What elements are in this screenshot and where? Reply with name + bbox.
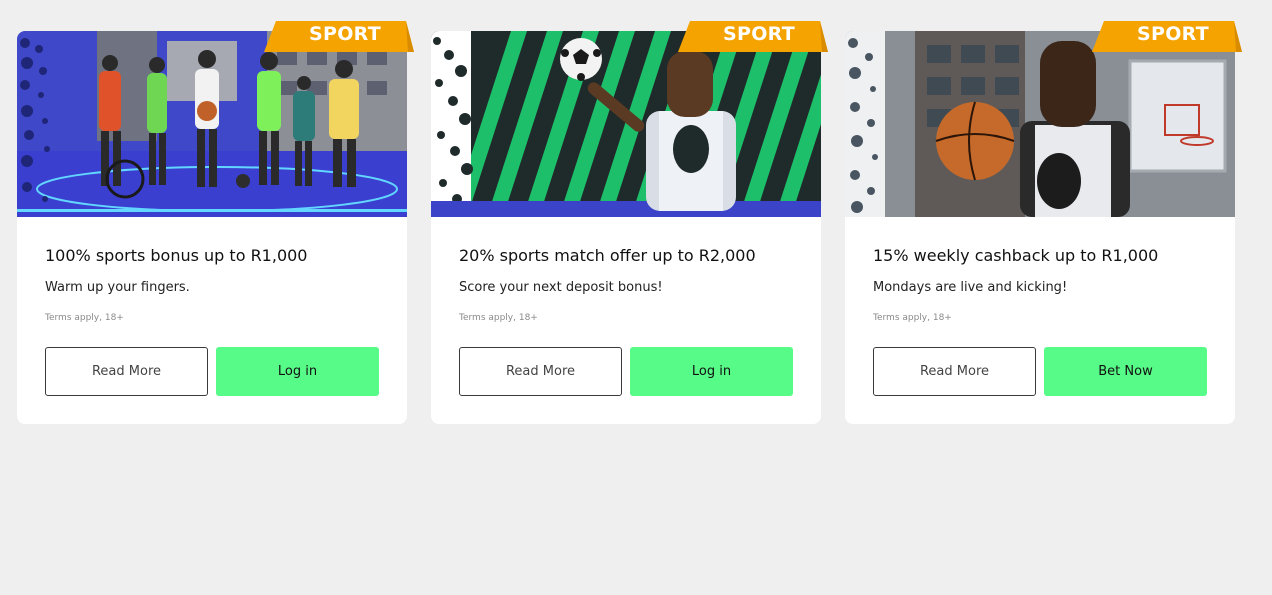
promo-subtitle: Score your next deposit bonus!	[459, 280, 663, 295]
promo-image	[431, 31, 821, 217]
promo-card: SPORT	[17, 21, 414, 424]
badge-label: SPORT	[723, 23, 795, 45]
promo-title: 15% weekly cashback up to R1,000	[873, 246, 1159, 265]
read-more-button[interactable]: Read More	[45, 347, 208, 396]
badge-label: SPORT	[1137, 23, 1209, 45]
promo-card-list: SPORT 100% sports bonus up to R1,000 War…	[17, 21, 1242, 424]
bet-now-button[interactable]: Bet Now	[1044, 347, 1207, 396]
promo-subtitle: Mondays are live and kicking!	[873, 280, 1068, 295]
sport-badge: SPORT	[264, 21, 414, 52]
terms-text: Terms apply, 18+	[45, 313, 124, 323]
badge-label: SPORT	[309, 23, 381, 45]
promo-card: SPORT	[431, 21, 828, 424]
read-more-button[interactable]: Read More	[459, 347, 622, 396]
terms-text: Terms apply, 18+	[459, 313, 538, 323]
promo-title: 100% sports bonus up to R1,000	[45, 246, 308, 265]
promo-subtitle: Warm up your fingers.	[45, 280, 190, 295]
promo-card: SPORT 15% weekly cashback up to R1,000 M…	[845, 21, 1242, 424]
read-more-button[interactable]: Read More	[873, 347, 1036, 396]
log-in-button[interactable]: Log in	[216, 347, 379, 396]
log-in-button[interactable]: Log in	[630, 347, 793, 396]
promo-image	[17, 31, 407, 217]
terms-text: Terms apply, 18+	[873, 313, 952, 323]
sport-badge: SPORT	[1092, 21, 1242, 52]
promo-image	[845, 31, 1235, 217]
sport-badge: SPORT	[678, 21, 828, 52]
promo-title: 20% sports match offer up to R2,000	[459, 246, 756, 265]
